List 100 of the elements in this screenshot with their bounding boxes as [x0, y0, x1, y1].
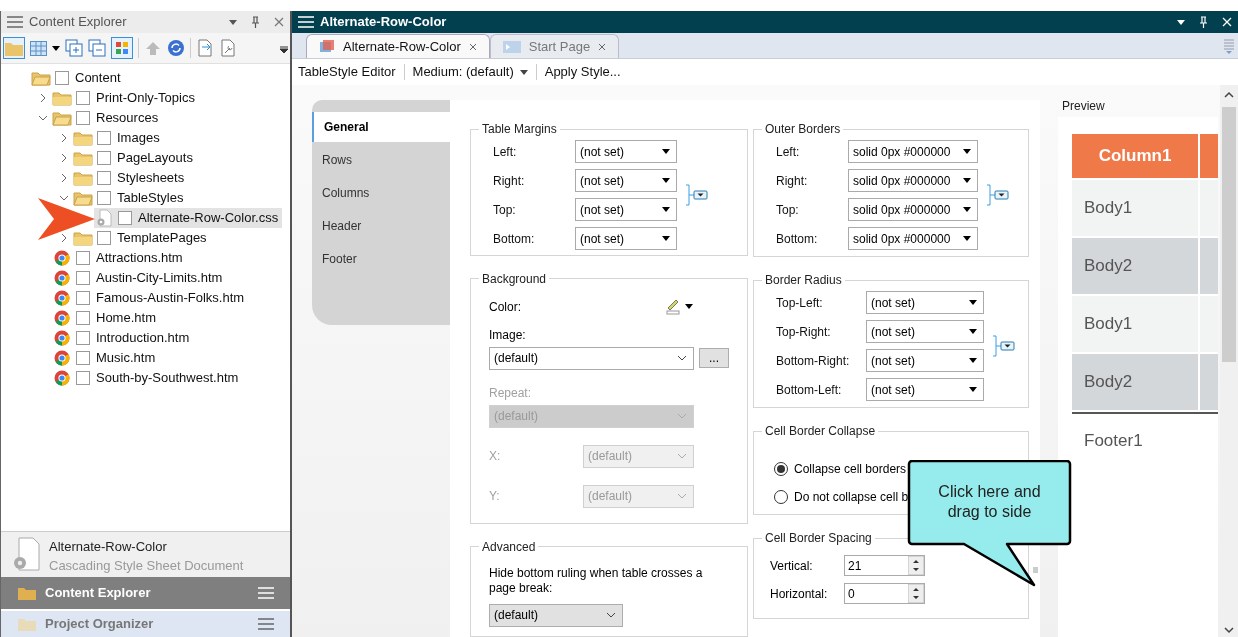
close-icon[interactable] [468, 42, 477, 51]
section-tab[interactable]: Columns [312, 178, 450, 208]
field-label: Horizontal: [769, 585, 829, 603]
folder-icon[interactable] [3, 37, 25, 59]
chevron-icon[interactable] [59, 195, 69, 201]
dropdown[interactable]: (not set) [866, 291, 984, 314]
chevron-icon[interactable] [61, 133, 67, 143]
tree-item[interactable]: TemplatePages [117, 228, 207, 248]
folder-icon [17, 585, 37, 601]
section-tab[interactable]: Footer [312, 244, 450, 274]
color-picker-icon[interactable] [665, 298, 681, 315]
tree-item[interactable]: Austin-City-Limits.htm [96, 268, 223, 288]
document-tab[interactable]: Start Page [489, 34, 620, 58]
tree-item[interactable]: Famous-Austin-Folks.htm [96, 288, 245, 308]
checkbox[interactable] [76, 291, 90, 305]
dropdown[interactable]: (not set) [866, 378, 984, 401]
preview-title: Preview [1061, 98, 1106, 115]
dropdown[interactable]: (default) [489, 604, 623, 627]
tree-item[interactable]: Home.htm [96, 308, 156, 328]
menu-icon[interactable] [7, 16, 23, 28]
tree-item[interactable]: Images [117, 128, 160, 148]
apply-style-button[interactable]: Apply Style... [544, 62, 621, 82]
grid-icon[interactable] [30, 40, 47, 56]
checkbox[interactable] [97, 151, 111, 165]
dropdown[interactable]: (not set) [866, 349, 984, 372]
section-tab[interactable]: Header [312, 211, 450, 241]
checkbox[interactable] [76, 91, 90, 105]
dropdown[interactable]: (not set) [575, 198, 677, 221]
spin-field[interactable]: 21 [844, 555, 925, 576]
checkbox[interactable] [76, 351, 90, 365]
tree-item[interactable]: Print-Only-Topics [96, 88, 195, 108]
dropdown[interactable]: (default) [489, 346, 694, 370]
export-icon[interactable] [144, 39, 162, 57]
scroll-up-icon[interactable] [1224, 91, 1234, 99]
chevron-icon[interactable] [61, 153, 67, 163]
tree-item[interactable]: Music.htm [96, 348, 156, 368]
expand-all-icon[interactable] [65, 39, 83, 57]
radio-button[interactable] [774, 490, 788, 504]
checkbox[interactable] [97, 191, 111, 205]
tree-item[interactable]: Stylesheets [117, 168, 185, 188]
dropdown[interactable]: (not set) [575, 169, 677, 192]
close-icon[interactable] [598, 42, 607, 51]
checkbox[interactable] [76, 271, 90, 285]
medium-dropdown[interactable]: Medium: (default) [412, 62, 528, 82]
spinner-arrows-icon[interactable] [908, 584, 924, 603]
document-arrow-icon[interactable] [196, 39, 214, 57]
spin-field[interactable]: 0 [844, 583, 925, 604]
tree-item[interactable]: Attractions.htm [96, 248, 183, 268]
dropdown[interactable]: solid 0px #000000 [848, 140, 978, 163]
checkbox[interactable] [76, 251, 90, 265]
checkbox[interactable] [97, 231, 111, 245]
document-tab[interactable]: Alternate-Row-Color [306, 34, 490, 58]
folder-icon [17, 616, 37, 632]
checkbox[interactable] [76, 111, 90, 125]
group-title: Cell Border Collapse [764, 423, 877, 440]
dropdown[interactable]: (not set) [575, 140, 677, 163]
panel-title: Content Explorer [29, 13, 128, 32]
link-sides-icon[interactable] [685, 184, 709, 206]
chevron-icon[interactable] [61, 233, 67, 243]
color-grid-icon[interactable] [111, 37, 133, 59]
pane-tab[interactable]: Project Organizer [1, 609, 290, 637]
scroll-down-icon[interactable] [1224, 626, 1234, 634]
drag-handle-icon[interactable] [1033, 567, 1038, 573]
checkbox[interactable] [118, 211, 132, 225]
dropdown[interactable]: (not set) [575, 227, 677, 250]
checkbox[interactable] [76, 311, 90, 325]
section-tab[interactable]: General [312, 112, 450, 142]
collapse-all-icon[interactable] [88, 39, 106, 57]
checkbox[interactable] [97, 171, 111, 185]
tree-item[interactable]: South-by-Southwest.htm [96, 368, 239, 388]
section-tab[interactable]: Rows [312, 145, 450, 175]
link-sides-icon[interactable] [986, 184, 1010, 206]
field-label: Top: [775, 201, 800, 219]
chevron-icon[interactable] [38, 115, 48, 121]
pin-icon[interactable] [251, 16, 260, 28]
tree-item[interactable]: Introduction.htm [96, 328, 190, 348]
folder-icon [52, 90, 72, 106]
tree-item[interactable]: PageLayouts [117, 148, 193, 168]
chevron-icon[interactable] [40, 93, 46, 103]
checkbox[interactable] [76, 371, 90, 385]
pane-tab[interactable]: Content Explorer [1, 577, 290, 609]
web-page-icon [54, 310, 70, 326]
tree-item[interactable]: Content [75, 68, 121, 88]
dropdown[interactable]: solid 0px #000000 [848, 169, 978, 192]
tree-item[interactable]: TableStyles [117, 188, 184, 208]
dropdown[interactable]: (not set) [866, 320, 984, 343]
chevron-icon[interactable] [61, 173, 67, 183]
radio-button[interactable] [774, 462, 788, 476]
spinner-arrows-icon[interactable] [908, 556, 924, 575]
checkbox[interactable] [55, 71, 69, 85]
link-sides-icon[interactable] [992, 335, 1016, 357]
dropdown[interactable]: solid 0px #000000 [848, 198, 978, 221]
checkbox[interactable] [97, 131, 111, 145]
document-wrench-icon[interactable] [219, 39, 237, 57]
tree-item[interactable]: Resources [96, 108, 159, 128]
preview-cell: Body2 [1072, 354, 1198, 410]
browse-button[interactable]: ... [699, 348, 729, 369]
checkbox[interactable] [76, 331, 90, 345]
dropdown[interactable]: solid 0px #000000 [848, 227, 978, 250]
refresh-icon[interactable] [167, 39, 185, 57]
